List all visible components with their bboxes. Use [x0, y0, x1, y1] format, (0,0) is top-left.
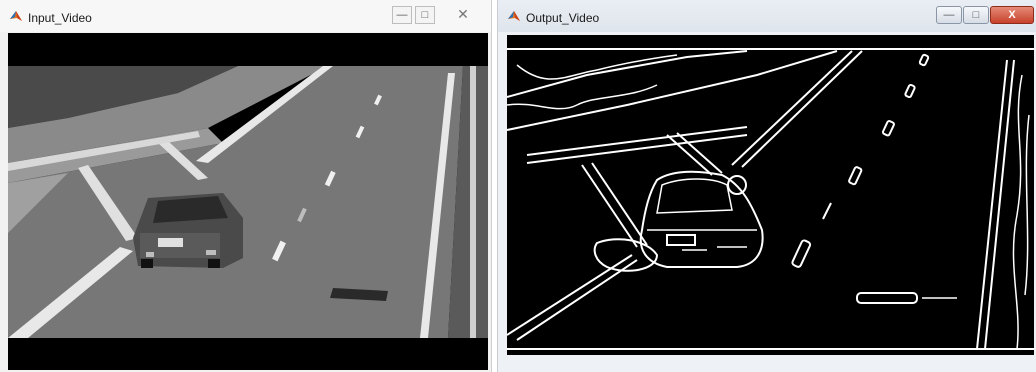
maximize-button[interactable]: □	[963, 6, 989, 24]
window-title: Output_Video	[526, 11, 600, 25]
output-video-frame	[507, 35, 1034, 355]
input-video-image	[8, 33, 488, 370]
minimize-button[interactable]: —	[392, 6, 412, 24]
input-video-frame	[8, 33, 488, 370]
matlab-logo-icon	[508, 11, 520, 21]
close-button[interactable]: X	[990, 6, 1034, 24]
matlab-logo-icon	[10, 11, 22, 21]
output-edge-image	[507, 35, 1034, 355]
car	[133, 193, 243, 268]
close-button[interactable]: ✕	[447, 6, 479, 24]
maximize-button[interactable]: □	[415, 6, 435, 24]
output-video-window: Output_Video — □ X	[497, 0, 1036, 372]
input-title-bar[interactable]: Input_Video — □ ✕	[0, 0, 491, 32]
input-video-window: Input_Video — □ ✕	[0, 0, 492, 372]
output-title-bar[interactable]: Output_Video — □ X	[498, 0, 1036, 32]
window-title: Input_Video	[28, 11, 92, 25]
minimize-button[interactable]: —	[936, 6, 962, 24]
